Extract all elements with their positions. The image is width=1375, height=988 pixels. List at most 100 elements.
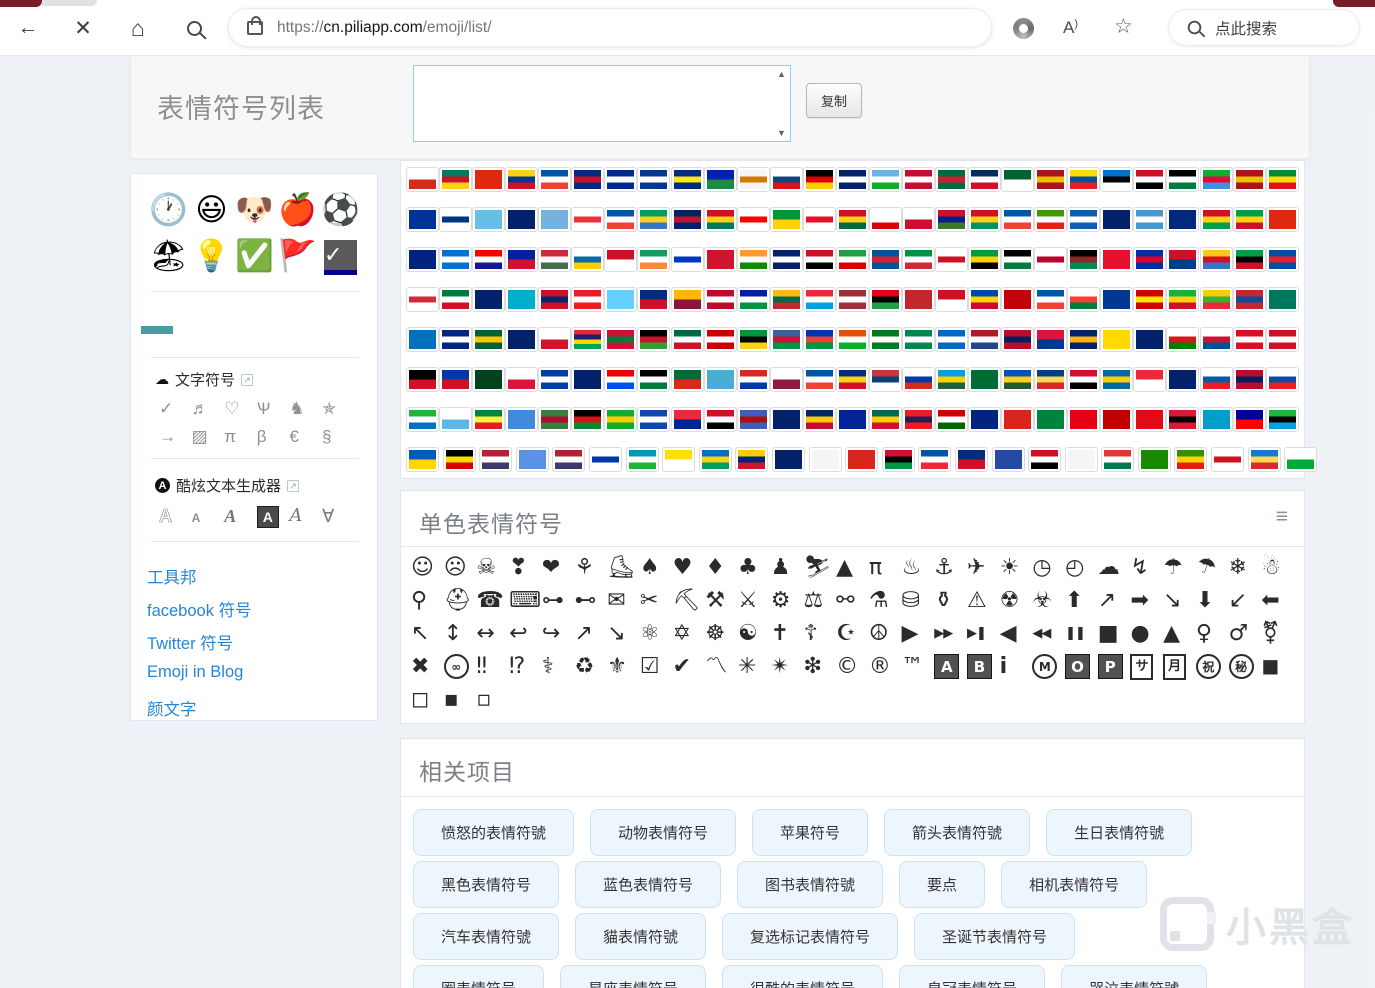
flag-ru[interactable] — [901, 367, 935, 392]
mono-symbol[interactable]: ✈ — [967, 553, 1000, 583]
flag-vg[interactable] — [771, 447, 805, 472]
flag-io[interactable] — [769, 247, 803, 272]
flag-in[interactable] — [736, 247, 770, 272]
flag-re[interactable] — [802, 367, 836, 392]
flag-do[interactable] — [968, 167, 1002, 192]
flag-hm[interactable] — [406, 247, 439, 272]
related-button[interactable]: 黑色表情符号 — [413, 861, 560, 908]
category-travel-icon[interactable]: 🏖 — [147, 234, 190, 280]
related-button[interactable]: 复选标记表情符号 — [722, 913, 899, 960]
mono-symbol[interactable]: ⚙ — [771, 586, 804, 616]
flag-mo[interactable] — [1265, 287, 1299, 312]
flag-lr[interactable] — [703, 287, 737, 312]
flag-fj[interactable] — [472, 207, 506, 232]
text-symbol[interactable]: β — [257, 424, 290, 452]
flag-gb-sct[interactable] — [1247, 447, 1281, 472]
flag-fk[interactable] — [505, 207, 539, 232]
flag-mh[interactable] — [1100, 287, 1134, 312]
flag-sa[interactable] — [968, 367, 1002, 392]
copy-button[interactable]: 复制 — [806, 83, 863, 118]
close-icon[interactable]: ✕ — [69, 14, 97, 42]
flag-uz[interactable] — [625, 447, 659, 472]
flag-dm[interactable] — [935, 167, 968, 192]
flag-ea[interactable] — [1034, 167, 1068, 192]
flag-nr[interactable] — [1067, 327, 1101, 352]
flag-gt[interactable] — [1133, 207, 1167, 232]
text-symbol[interactable]: ▨ — [192, 424, 225, 452]
flag-tr[interactable] — [1133, 407, 1167, 432]
mono-symbol[interactable]: ⚲ — [411, 586, 444, 616]
search-icon[interactable] — [180, 14, 208, 42]
text-symbol[interactable]: ✓ — [159, 396, 192, 424]
mono-symbol[interactable]: ▲ — [836, 553, 869, 583]
related-button[interactable]: 星座表情符号 — [560, 965, 707, 988]
flag-gy[interactable] — [1232, 207, 1266, 232]
flag-ec[interactable] — [1067, 167, 1101, 192]
mono-symbol[interactable]: ⚒ — [705, 586, 738, 616]
flag-fi[interactable] — [439, 207, 473, 232]
flag-gh[interactable] — [835, 207, 869, 232]
mono-symbol[interactable]: ♻ — [575, 652, 608, 682]
flag-cp[interactable] — [538, 167, 572, 192]
related-button[interactable]: 蓝色表情符号 — [575, 861, 722, 908]
flag-kr[interactable] — [406, 287, 439, 312]
mono-symbol[interactable]: ↘ — [1163, 586, 1196, 616]
menu-icon[interactable]: ≡ — [1276, 505, 1288, 529]
mono-symbol[interactable]: ↗ — [575, 619, 608, 649]
mono-symbol[interactable]: ⛑ — [444, 586, 477, 616]
flag-sc[interactable] — [1034, 367, 1068, 392]
mono-symbol[interactable]: ☃ — [1261, 553, 1294, 583]
mono-symbol[interactable]: ▶ — [902, 619, 935, 649]
flag-fr[interactable] — [604, 207, 638, 232]
flag-ug[interactable] — [442, 447, 476, 472]
flag-ua[interactable] — [406, 447, 439, 472]
flag-ml[interactable] — [1166, 287, 1200, 312]
flag-mf[interactable] — [1034, 287, 1068, 312]
flag-dj[interactable] — [868, 167, 902, 192]
mono-symbol[interactable]: O — [1065, 654, 1091, 679]
mono-symbol[interactable]: ⛁ — [902, 586, 935, 616]
quick-search-box[interactable]: 点此搜索 — [1168, 9, 1360, 46]
mono-symbol[interactable]: ⬇ — [1196, 586, 1229, 616]
flag-pw[interactable] — [703, 367, 737, 392]
flag-ro[interactable] — [835, 367, 869, 392]
flag-id[interactable] — [604, 247, 638, 272]
flag-nl[interactable] — [968, 327, 1002, 352]
page-scrollbar[interactable] — [1368, 110, 1375, 988]
mono-symbol[interactable]: ☦ — [803, 619, 836, 649]
related-button[interactable]: 皇冠表情符号 — [899, 965, 1046, 988]
flag-gq[interactable] — [1034, 207, 1068, 232]
flag-me[interactable] — [1001, 287, 1035, 312]
flag-ng[interactable] — [901, 327, 935, 352]
flag-pm[interactable] — [538, 367, 572, 392]
mono-symbol[interactable]: ⚯ — [836, 586, 869, 616]
mono-symbol[interactable]: ➡ — [1130, 586, 1163, 616]
flag-to[interactable] — [1100, 407, 1134, 432]
mono-symbol[interactable]: ⚔ — [738, 586, 771, 616]
flag-ht[interactable] — [505, 247, 539, 272]
back-icon[interactable]: ← — [14, 14, 42, 42]
flag-sm[interactable] — [439, 407, 473, 432]
mono-symbol[interactable]: ♀ — [1196, 619, 1229, 649]
mono-symbol[interactable]: 秘 — [1228, 654, 1254, 679]
flag-sg[interactable] — [1133, 367, 1167, 392]
flag-my[interactable] — [703, 327, 737, 352]
flag-nu[interactable] — [1100, 327, 1134, 352]
mono-symbol[interactable]: ◻ — [411, 685, 444, 715]
flag-ir[interactable] — [835, 247, 869, 272]
flag-gg[interactable] — [802, 207, 836, 232]
flag-un[interactable] — [515, 447, 549, 472]
mono-symbol[interactable]: ▪ — [444, 685, 477, 715]
flag-sr[interactable] — [538, 407, 572, 432]
flag-dz[interactable] — [1001, 167, 1035, 192]
address-bar[interactable]: https://cn.piliapp.com/emoji/list/ — [228, 8, 992, 47]
flag-ge[interactable] — [736, 207, 770, 232]
flag-ne[interactable] — [835, 327, 869, 352]
related-button[interactable]: 愤怒的表情符號 — [413, 809, 575, 856]
mono-symbol[interactable]: ◴ — [1065, 553, 1098, 583]
flag-gu[interactable] — [1166, 207, 1200, 232]
flag-ni[interactable] — [935, 327, 968, 352]
flag-fo[interactable] — [571, 207, 605, 232]
textarea-scrollbar[interactable]: ▲ ▼ — [773, 66, 790, 141]
flag-mv[interactable] — [604, 327, 638, 352]
